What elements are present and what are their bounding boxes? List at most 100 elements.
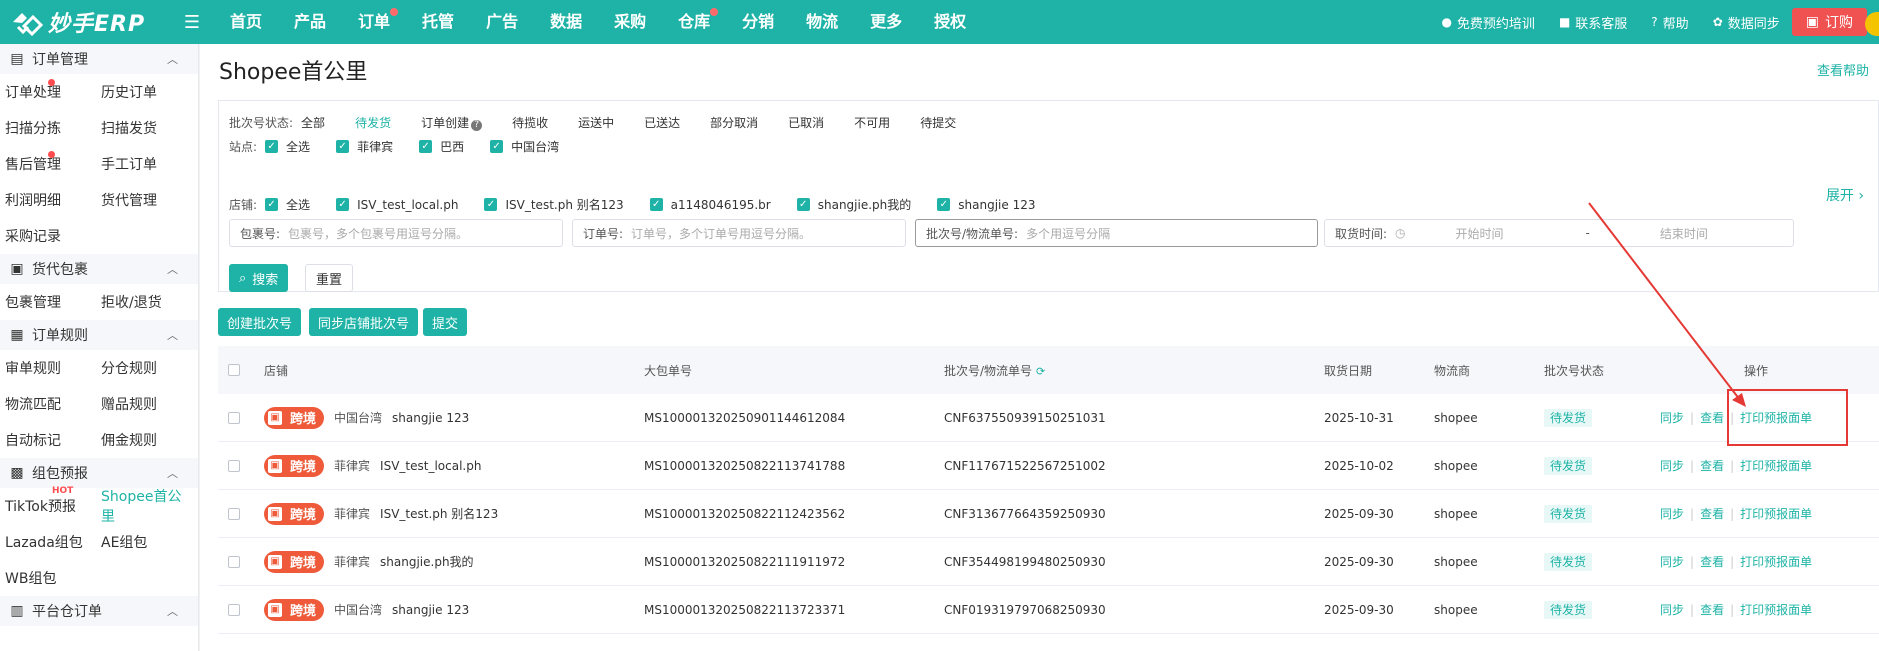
question-icon[interactable]: ? [471, 120, 483, 131]
create-batch-button[interactable]: 创建批次号 [218, 308, 302, 336]
expand-filters-link[interactable]: 展开 › [1826, 185, 1864, 205]
data-sync-link[interactable]: ✿ 数据同步 [1701, 13, 1792, 32]
order-number-input[interactable]: 订单号: 订单号，多个订单号用逗号分隔。 [572, 219, 906, 247]
nav-item-2[interactable]: 订单 [342, 0, 406, 44]
checkbox-checked-icon[interactable]: ✓ [484, 198, 498, 211]
status-option[interactable]: 运送中 [578, 114, 614, 131]
contact-support-link[interactable]: ■ 联系客服 [1547, 13, 1639, 32]
sidebar-item[interactable]: 扫描分拣 [0, 118, 96, 138]
sidebar-item[interactable]: 订单处理 [0, 79, 96, 102]
sidebar-item[interactable]: 分仓规则 [96, 358, 192, 378]
nav-item-8[interactable]: 分销 [726, 0, 790, 44]
sync-link[interactable]: 同步 [1660, 603, 1684, 617]
chevron-up-icon[interactable]: ︿ [167, 327, 178, 343]
view-link[interactable]: 查看 [1700, 555, 1724, 569]
sidebar-item[interactable]: 审单规则 [0, 358, 96, 378]
checkbox-checked-icon[interactable]: ✓ [336, 140, 350, 153]
nav-item-11[interactable]: 授权 [918, 0, 982, 44]
sync-link[interactable]: 同步 [1660, 555, 1684, 569]
chevron-up-icon[interactable]: ︿ [167, 465, 178, 481]
reset-button[interactable]: 重置 [305, 264, 354, 292]
nav-item-9[interactable]: 物流 [790, 0, 854, 44]
nav-item-5[interactable]: 数据 [534, 0, 598, 44]
sidebar-item[interactable]: 包裹管理 [0, 292, 96, 312]
end-time-placeholder[interactable]: 结束时间 [1660, 225, 1708, 242]
sidebar-item[interactable]: WB组包 [0, 568, 96, 588]
nav-item-4[interactable]: 广告 [470, 0, 534, 44]
checkbox-checked-icon[interactable]: ✓ [649, 198, 663, 211]
pickup-time-range[interactable]: 取货时间: ◷ 开始时间 - 结束时间 [1324, 219, 1794, 247]
batch-number-input[interactable]: 批次号/物流单号: 多个用逗号分隔 [915, 219, 1318, 247]
vip-badge-icon[interactable] [1865, 12, 1879, 36]
nav-item-3[interactable]: 托管 [406, 0, 470, 44]
help-link[interactable]: ? 帮助 [1639, 13, 1700, 32]
view-link[interactable]: 查看 [1700, 459, 1724, 473]
status-option[interactable]: 待揽收 [512, 114, 548, 131]
select-all-checkbox[interactable] [228, 364, 240, 376]
view-link[interactable]: 查看 [1700, 411, 1724, 425]
checkbox-option[interactable]: ✓ ISV_test_local.ph [336, 198, 458, 212]
checkbox-option[interactable]: ✓ shangjie 123 [937, 198, 1035, 212]
sidebar-item[interactable]: 售后管理 [0, 151, 96, 174]
sidebar-item[interactable]: 赠品规则 [96, 394, 192, 414]
subscribe-button[interactable]: ▣ 订购 [1791, 8, 1867, 36]
checkbox-option[interactable]: ✓ 全选 [265, 138, 310, 155]
logo[interactable]: 妙手ERP [0, 0, 170, 44]
checkbox-checked-icon[interactable]: ✓ [265, 198, 279, 211]
sidebar-item[interactable]: 历史订单 [96, 82, 192, 102]
status-option[interactable]: 部分取消 [710, 114, 758, 131]
print-label-link[interactable]: 打印预报面单 [1740, 507, 1812, 521]
search-button[interactable]: ⌕ 搜索 [229, 264, 289, 292]
nav-item-10[interactable]: 更多 [854, 0, 918, 44]
view-help-link[interactable]: 查看帮助 [1817, 60, 1869, 79]
sidebar-item[interactable]: Shopee首公里 [96, 486, 192, 526]
sidebar-item[interactable]: 拒收/退货 [96, 292, 192, 312]
checkbox-option[interactable]: ✓ a1148046195.br [649, 198, 771, 212]
sidebar-item[interactable]: TikTok预报 HOT [0, 486, 96, 516]
checkbox-checked-icon[interactable]: ✓ [265, 140, 279, 153]
status-option[interactable]: 待发货 [355, 114, 391, 131]
status-option[interactable]: 已送达 [644, 114, 680, 131]
sidebar-item[interactable]: Lazada组包 [0, 532, 96, 552]
sidebar-item[interactable]: 采购记录 [0, 226, 96, 246]
sidebar-item[interactable]: 物流匹配 [0, 394, 96, 414]
checkbox-checked-icon[interactable]: ✓ [336, 198, 350, 211]
checkbox-option[interactable]: ✓ ISV_test.ph 别名123 [484, 196, 624, 213]
checkbox-checked-icon[interactable]: ✓ [937, 198, 951, 211]
sidebar-item[interactable]: 扫描发货 [96, 118, 192, 138]
checkbox-checked-icon[interactable]: ✓ [419, 140, 433, 153]
sidebar-item[interactable]: 利润明细 [0, 190, 96, 210]
status-option[interactable]: 全部 [301, 114, 325, 131]
submit-button[interactable]: 提交 [423, 308, 468, 336]
print-label-link[interactable]: 打印预报面单 [1740, 459, 1812, 473]
nav-item-6[interactable]: 采购 [598, 0, 662, 44]
status-option[interactable]: 已取消 [788, 114, 824, 131]
sidebar-item[interactable]: 货代管理 [96, 190, 192, 210]
chevron-up-icon[interactable]: ︿ [167, 603, 178, 619]
sync-link[interactable]: 同步 [1660, 459, 1684, 473]
status-option[interactable]: 订单创建? [421, 114, 483, 131]
menu-toggle-icon[interactable]: ☰ [170, 12, 214, 33]
checkbox-checked-icon[interactable]: ✓ [490, 140, 504, 153]
print-label-link[interactable]: 打印预报面单 [1740, 555, 1812, 569]
package-number-input[interactable]: 包裹号: 包裹号，多个包裹号用逗号分隔。 [229, 219, 563, 247]
sync-store-batch-button[interactable]: 同步店铺批次号 [309, 308, 419, 336]
refresh-icon[interactable]: ⟳ [1036, 365, 1045, 378]
sidebar-group-0[interactable]: ▤ 订单管理 ︿ [0, 44, 198, 74]
sidebar-group-3[interactable]: ▩ 组包预报 ︿ [0, 458, 198, 488]
sync-link[interactable]: 同步 [1660, 507, 1684, 521]
status-option[interactable]: 待提交 [920, 114, 956, 131]
row-checkbox[interactable] [228, 411, 240, 424]
checkbox-checked-icon[interactable]: ✓ [796, 198, 810, 211]
sidebar-item[interactable]: AE组包 [96, 532, 192, 552]
chevron-up-icon[interactable]: ︿ [167, 51, 178, 67]
checkbox-option[interactable]: ✓ 巴西 [419, 138, 464, 155]
nav-item-1[interactable]: 产品 [278, 0, 342, 44]
view-link[interactable]: 查看 [1700, 507, 1724, 521]
start-time-placeholder[interactable]: 开始时间 [1456, 225, 1576, 242]
free-training-link[interactable]: ● 免费预约培训 [1429, 13, 1547, 32]
row-checkbox[interactable] [228, 555, 240, 568]
print-label-link[interactable]: 打印预报面单 [1740, 603, 1812, 617]
checkbox-option[interactable]: ✓ shangjie.ph我的 [796, 196, 911, 213]
checkbox-option[interactable]: ✓ 中国台湾 [490, 138, 559, 155]
